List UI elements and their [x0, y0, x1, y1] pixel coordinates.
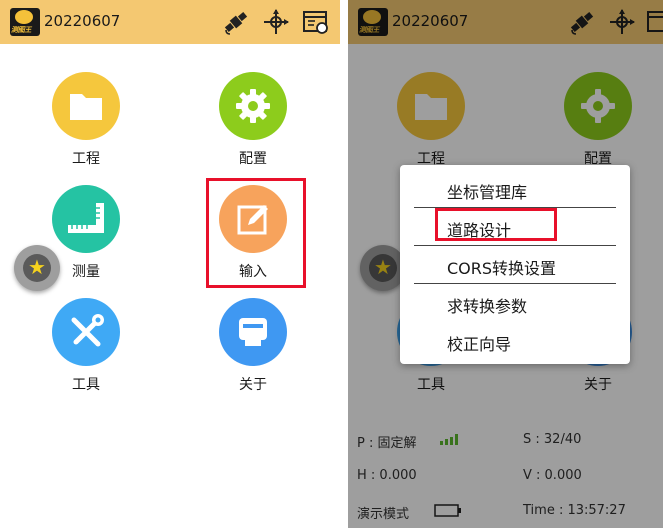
- highlight-road-design: [435, 208, 557, 241]
- project-title: 20220607: [44, 12, 121, 30]
- tile-tools[interactable]: 工具: [26, 298, 146, 408]
- gear-icon: [236, 89, 270, 123]
- menu-item-transform-params[interactable]: 求转换参数: [414, 284, 616, 322]
- menu-item-label: 校正向导: [447, 335, 512, 354]
- star-icon: ★: [28, 255, 46, 279]
- menu-item-coordinate-library[interactable]: 坐标管理库: [414, 170, 616, 208]
- tools-icon: [71, 314, 104, 347]
- tile-config[interactable]: 配置: [193, 72, 313, 182]
- tile-label: 工具: [72, 377, 100, 393]
- satellite-icon[interactable]: [222, 8, 250, 36]
- menu-item-cors-settings[interactable]: CORS转换设置: [414, 246, 616, 284]
- folder-icon: [70, 94, 102, 120]
- tile-label: 配置: [239, 151, 267, 167]
- about-icon-circle: [219, 298, 287, 366]
- tile-label: 工程: [72, 151, 100, 167]
- tile-project[interactable]: 工程: [26, 72, 146, 182]
- menu-item-label: 求转换参数: [447, 297, 528, 316]
- menu-item-label: CORS转换设置: [447, 259, 557, 278]
- window-settings-icon[interactable]: [302, 8, 330, 36]
- survey-icon-circle: [52, 185, 120, 253]
- highlight-input-tile: [206, 178, 306, 288]
- screen-divider: [340, 0, 348, 528]
- menu-item-label: 坐标管理库: [447, 183, 528, 202]
- menu-item-calibration-wizard[interactable]: 校正向导: [414, 322, 616, 360]
- ruler-icon: [68, 203, 104, 233]
- config-icon-circle: [219, 72, 287, 140]
- top-bar: 测图王 20220607: [0, 0, 340, 44]
- floating-favorite-button[interactable]: ★: [14, 245, 60, 291]
- tile-label: 关于: [239, 377, 267, 393]
- crosshair-icon[interactable]: [262, 8, 290, 36]
- tile-about[interactable]: 关于: [193, 298, 313, 408]
- device-icon: [239, 318, 267, 346]
- tools-icon-circle: [52, 298, 120, 366]
- input-menu-screen: 测图王 20220607 工程 配置 工具 关于 ★ P: 固定解 S: 3…: [348, 0, 663, 528]
- app-logo: 测图王: [10, 8, 40, 36]
- project-icon-circle: [52, 72, 120, 140]
- main-menu-screen: 测图王 20220607 工程 配置 测量 输入 工具 关于 ★: [0, 0, 340, 528]
- input-popup-menu: 坐标管理库 道路设计 CORS转换设置 求转换参数 校正向导: [400, 165, 630, 364]
